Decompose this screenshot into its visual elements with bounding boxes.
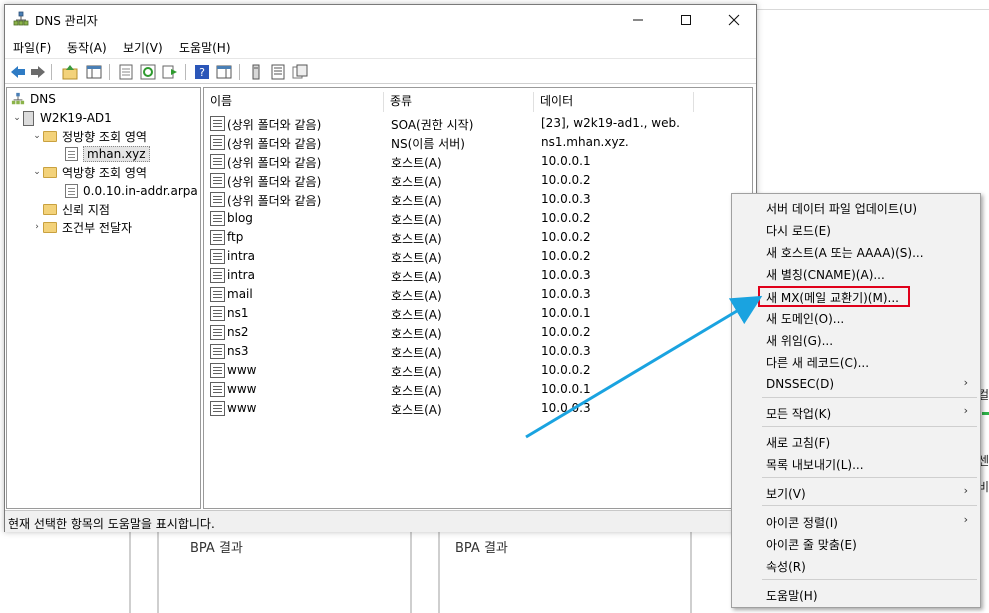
- annotation-arrow: [525, 295, 763, 439]
